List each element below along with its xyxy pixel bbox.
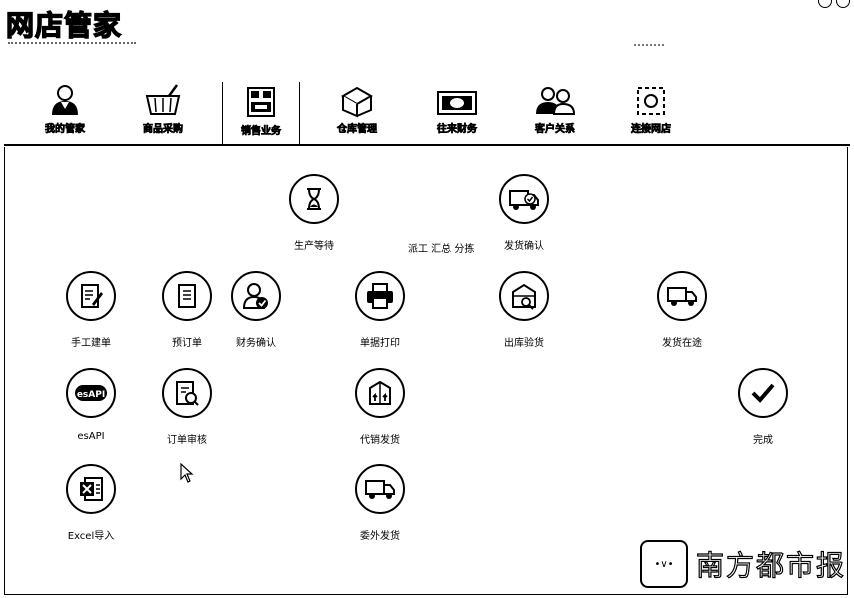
node-order-review[interactable]: 订单审核 [142,368,232,446]
tab-label: 仓库管理 [337,124,378,136]
app-subtitle-dots [8,42,136,48]
order-review-icon [176,381,199,406]
esapi-icon: esAPI [75,385,107,401]
node-label: 完成 [753,435,773,446]
node-ship-in-transit[interactable]: 发货在途 [637,271,727,349]
watermark: •∨• 南方都市报 [640,540,846,588]
tab-finance[interactable]: 往来财务 [422,82,492,146]
node-manual-order[interactable]: 手工建单 [46,271,136,349]
node-label: Excel导入 [67,531,115,542]
node-label: 发货在途 [662,338,702,349]
node-label: 手工建单 [71,338,111,349]
money-icon [437,91,477,115]
outsource-ship-icon [365,480,395,499]
tab-purchase[interactable]: 商品采购 [128,82,198,146]
node-consign-ship[interactable]: 代销发货 [335,368,425,446]
header-dots [634,44,664,46]
truck-check-icon [509,190,539,210]
customers-icon [536,87,576,115]
flow-middle-text: 派工 汇总 分拣 [408,244,475,255]
watermark-logo-icon: •∨• [640,540,688,588]
node-label: 发货确认 [504,241,544,252]
shop-connect-icon [637,87,665,115]
mouse-cursor-icon [180,463,194,483]
node-label: 代销发货 [360,435,400,446]
minimize-icon[interactable] [836,0,850,8]
finance-confirm-icon [242,283,268,309]
excel-import-icon [80,477,103,501]
node-outbound-inspect[interactable]: 出库验货 [479,271,569,349]
truck-transit-icon [667,287,697,306]
consign-ship-icon [369,380,391,405]
tab-warehouse[interactable]: 仓库管理 [322,82,392,146]
node-label: 订单审核 [167,435,207,446]
node-label: 财务确认 [236,338,276,349]
tab-label: 连接网店 [631,124,672,136]
node-done[interactable]: 完成 [718,368,808,446]
warehouse-icon [340,86,374,118]
printer-icon [367,283,393,309]
watermark-text: 南方都市报 [695,548,847,582]
node-finance-confirm[interactable]: 财务确认 [211,271,301,349]
tab-my-butler[interactable]: 我的管家 [30,82,100,146]
tab-label: 销售业务 [241,126,282,138]
node-production-wait[interactable]: 生产等待 [269,174,359,252]
node-label: esAPI [77,431,105,442]
node-ship-confirm[interactable]: 发货确认 [479,174,569,252]
toolbar-divider [4,144,850,146]
tab-connect-shop[interactable]: 连接网店 [616,82,686,146]
main-toolbar: 我的管家 商品采购 销售业务 仓库管理 往来财务 客户关系 连接网店 [0,82,854,148]
basket-icon [145,84,181,115]
node-excel-import[interactable]: Excel导入 [46,464,136,542]
tab-label: 我的管家 [45,124,86,136]
node-label: 生产等待 [294,241,334,252]
help-icon[interactable] [818,0,832,8]
cash-register-icon [247,87,275,117]
tab-label: 往来财务 [437,124,478,136]
svg-text:esAPI: esAPI [77,390,105,400]
node-print[interactable]: 单据打印 [335,271,425,349]
app-title: 网店管家 [5,8,123,42]
node-label: 单据打印 [360,338,400,349]
done-check-icon [751,383,775,403]
tab-customers[interactable]: 客户关系 [520,82,590,146]
butler-icon [52,85,78,115]
outbound-inspect-icon [512,283,536,310]
tab-sales[interactable]: 销售业务 [222,82,300,146]
manual-order-icon [81,284,103,308]
node-outsource-ship[interactable]: 委外发货 [335,464,425,542]
node-esapi[interactable]: esAPI esAPI [46,368,136,442]
node-label: 出库验货 [504,338,544,349]
preorder-icon [178,284,196,308]
tab-label: 商品采购 [143,124,184,136]
tab-label: 客户关系 [535,124,576,136]
window-controls [818,0,850,8]
node-label: 委外发货 [360,531,400,542]
hourglass-icon [307,188,321,210]
